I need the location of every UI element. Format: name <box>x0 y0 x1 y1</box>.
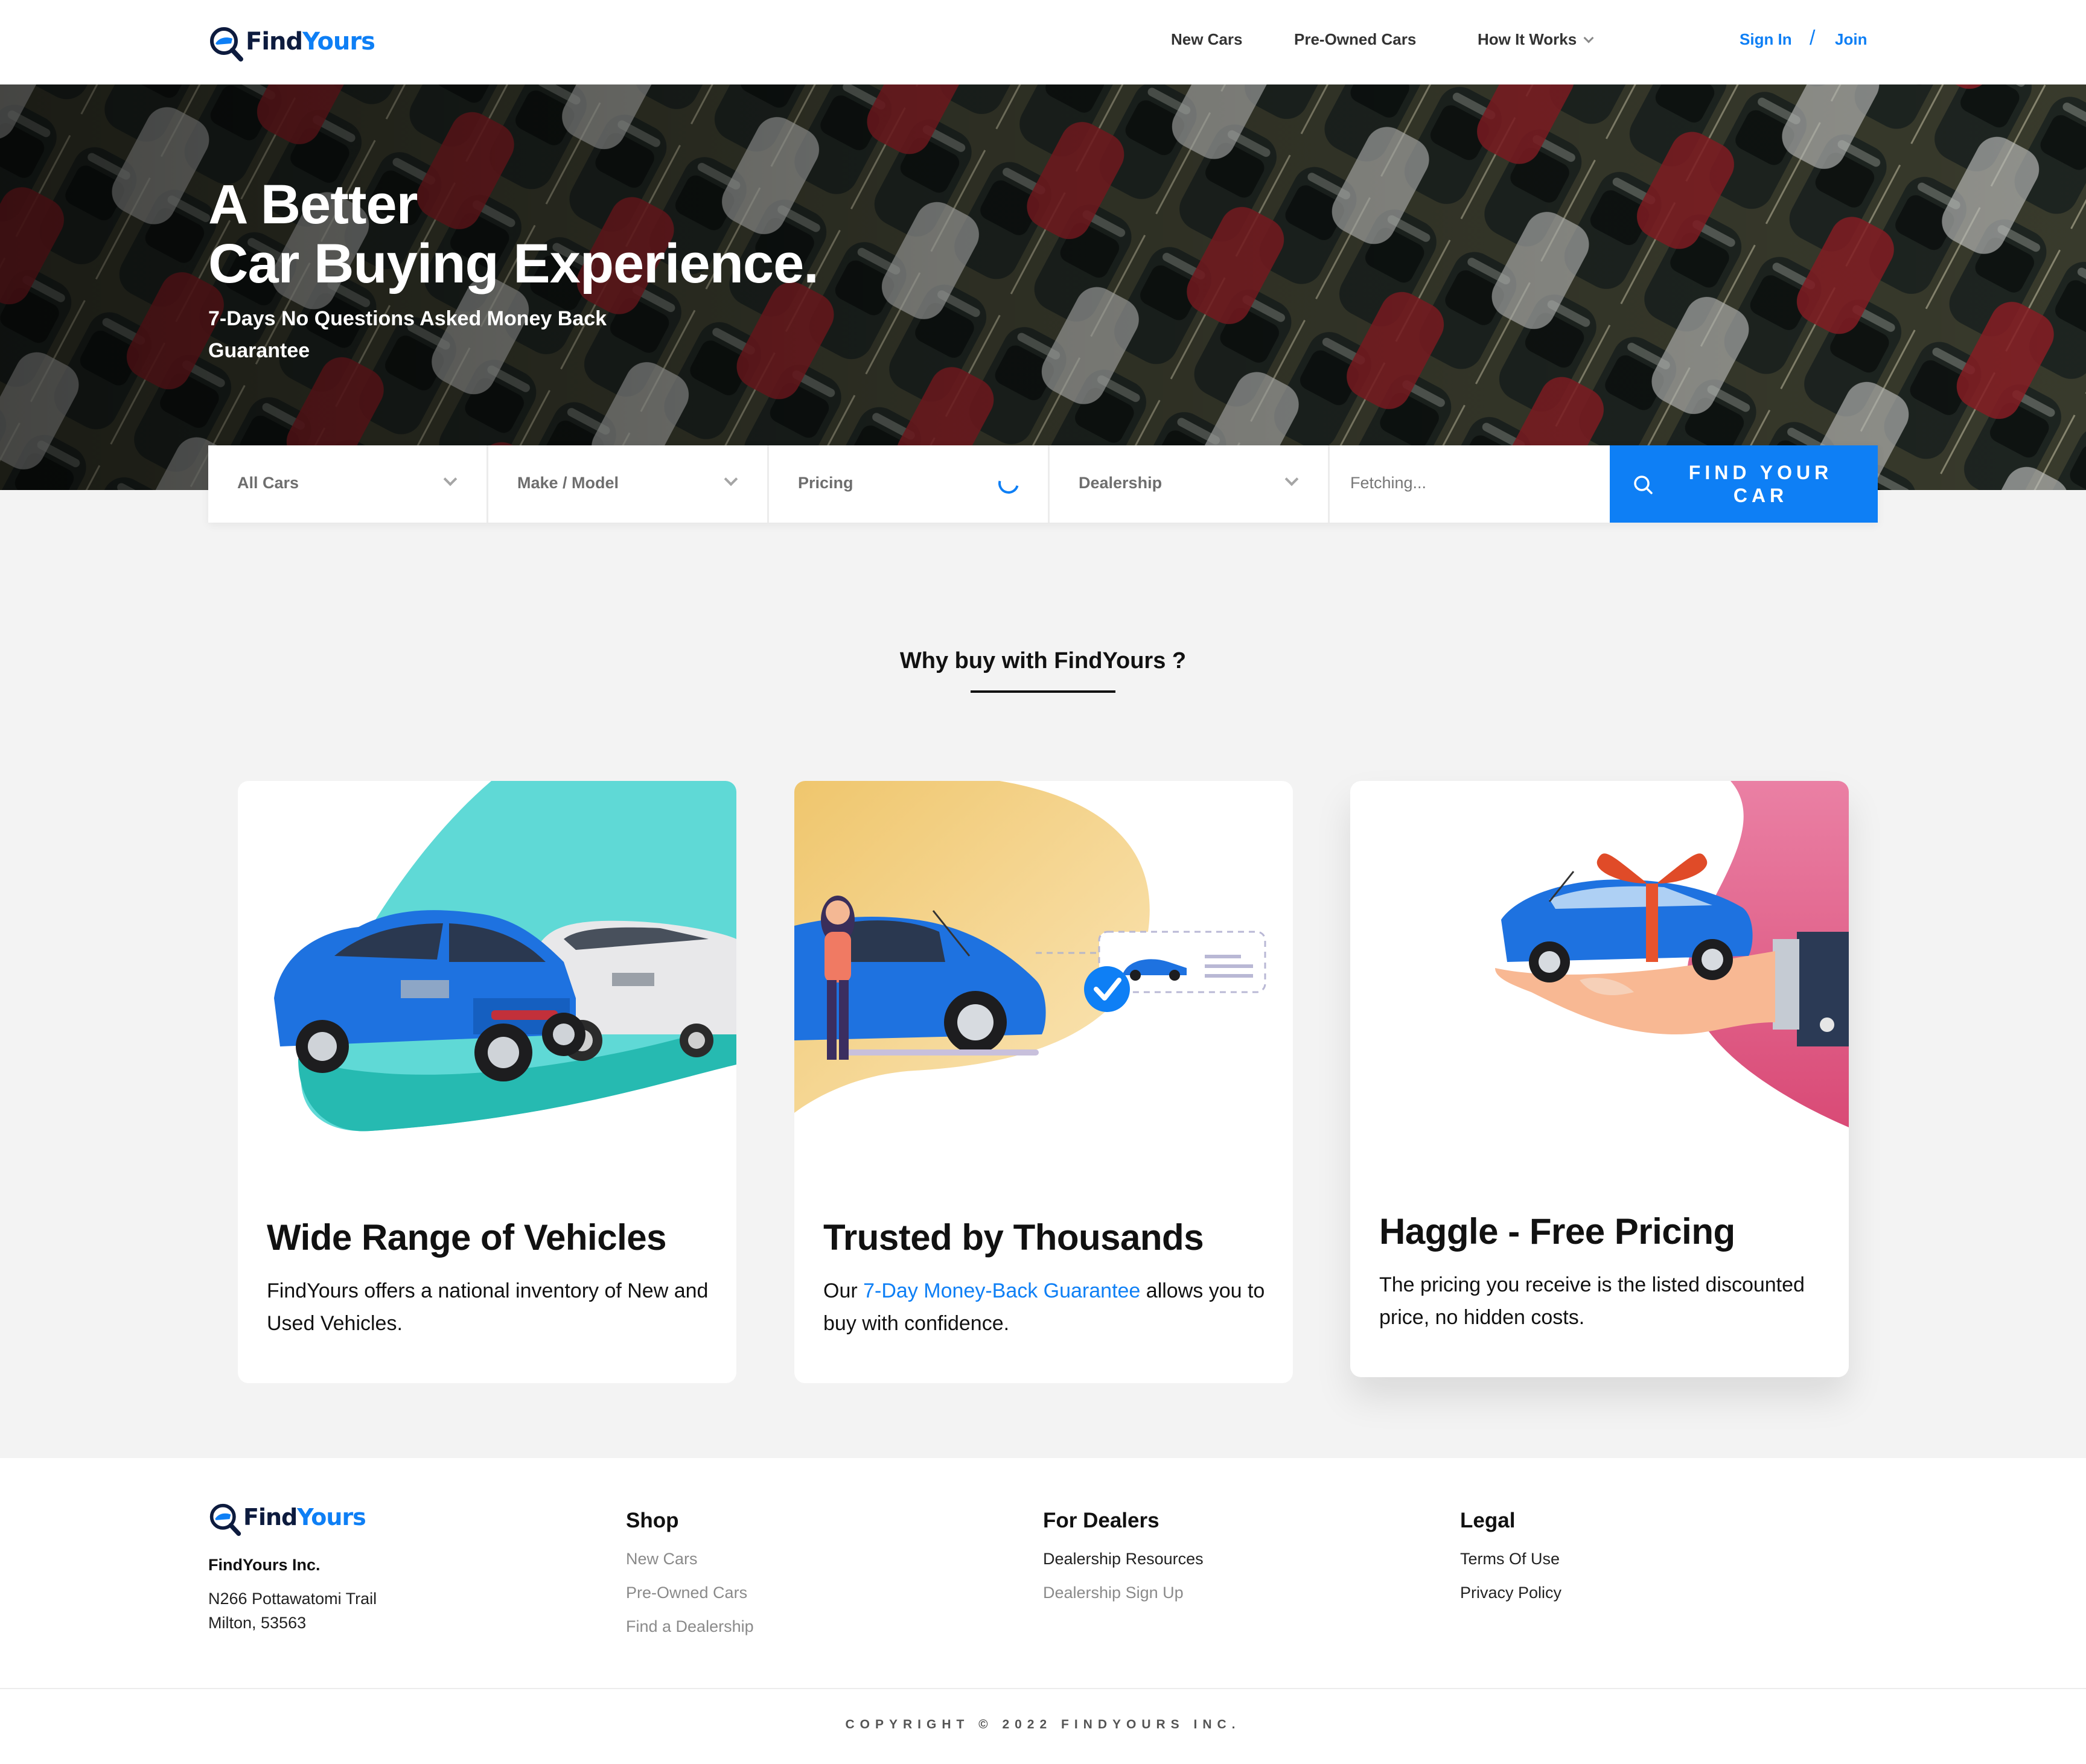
all-cars-dropdown[interactable]: All Cars <box>208 445 488 523</box>
footer-link-pre-owned-cars[interactable]: Pre-Owned Cars <box>626 1584 747 1602</box>
footer-link-terms[interactable]: Terms Of Use <box>1460 1550 1560 1568</box>
nav-separator: / <box>1810 27 1816 49</box>
magnifier-logo-icon <box>209 1503 241 1536</box>
footer-link-new-cars[interactable]: New Cars <box>626 1550 698 1568</box>
copyright-text: COPYRIGHT © 2022 FINDYOURS INC. <box>845 1718 1241 1731</box>
title-underline <box>971 690 1115 693</box>
card-description: Our 7-Day Money-Back Guarantee allows yo… <box>823 1279 1265 1335</box>
feature-card-trusted: Trusted by Thousands Our 7-Day Money-Bac… <box>794 781 1293 1383</box>
card-title: Wide Range of Vehicles <box>267 1217 666 1258</box>
find-your-car-button[interactable]: FIND YOUR CAR <box>1610 445 1878 523</box>
search-icon <box>1634 476 1653 494</box>
feature-card-wide-range: Wide Range of Vehicles FindYours offers … <box>238 781 736 1383</box>
results-status-field: Fetching... <box>1330 445 1610 523</box>
company-name: FindYours Inc. <box>208 1556 321 1574</box>
fetching-status-text: Fetching... <box>1350 474 1427 492</box>
guarantee-illustration <box>794 781 1266 1113</box>
brand-find-text: Find <box>246 28 303 56</box>
sign-in-link[interactable]: Sign In <box>1740 30 1792 49</box>
chevron-down-icon <box>1583 33 1594 43</box>
feature-card-haggle-free: Haggle - Free Pricing The pricing you re… <box>1350 781 1849 1377</box>
nav-pre-owned-cars[interactable]: Pre-Owned Cars <box>1294 30 1416 49</box>
hero-subtitle: 7-Days No Questions Asked Money Back Gua… <box>208 307 607 362</box>
nav-how-it-works[interactable]: How It Works <box>1478 30 1594 49</box>
footer-link-find-dealership[interactable]: Find a Dealership <box>626 1617 754 1636</box>
hero-banner: A Better Car Buying Experience. 7-Days N… <box>0 84 2086 490</box>
footer-brand-logo[interactable]: FindYours <box>208 1502 366 1537</box>
address-line-2: Milton, 53563 <box>208 1614 307 1632</box>
top-navbar: FindYours New Cars Pre-Owned Cars How It… <box>0 0 2086 84</box>
nav-new-cars[interactable]: New Cars <box>1171 30 1243 49</box>
pricing-dropdown[interactable]: Pricing <box>769 445 1050 523</box>
footer-shop-title: Shop <box>626 1509 679 1532</box>
all-cars-label: All Cars <box>237 474 299 492</box>
brand-find-text: Find <box>243 1504 298 1530</box>
make-model-dropdown[interactable]: Make / Model <box>488 445 769 523</box>
footer-link-dealership-sign-up[interactable]: Dealership Sign Up <box>1043 1584 1184 1602</box>
cars-illustration <box>274 781 736 1132</box>
footer-legal-title: Legal <box>1460 1509 1516 1532</box>
loading-spinner-icon <box>994 469 1023 498</box>
chevron-down-icon <box>443 472 458 486</box>
dealership-dropdown[interactable]: Dealership <box>1050 445 1330 523</box>
nav-how-it-works-label: How It Works <box>1478 30 1577 48</box>
why-section-title: Why buy with FindYours ? <box>899 648 1187 673</box>
address-line-1: N266 Pottawatomi Trail <box>208 1590 377 1608</box>
footer-divider <box>0 1688 2086 1689</box>
card-description: FindYours offers a national inventory of… <box>267 1279 709 1335</box>
brand-yours-text: Yours <box>297 1504 366 1530</box>
footer-link-privacy[interactable]: Privacy Policy <box>1460 1584 1561 1602</box>
footer-dealers-title: For Dealers <box>1043 1509 1159 1532</box>
card-description: The pricing you receive is the listed di… <box>1379 1273 1805 1329</box>
card-title: Trusted by Thousands <box>823 1217 1204 1258</box>
pricing-label: Pricing <box>798 474 853 492</box>
join-link[interactable]: Join <box>1835 30 1867 49</box>
hero-title-line-1: A Better <box>208 174 418 235</box>
dealership-label: Dealership <box>1079 474 1163 492</box>
find-your-car-label: FIND YOUR CAR <box>1688 462 1833 506</box>
money-back-guarantee-link[interactable]: 7-Day Money-Back Guarantee <box>863 1279 1140 1302</box>
card-title: Haggle - Free Pricing <box>1379 1211 1735 1252</box>
gift-car-illustration <box>1495 781 1849 1127</box>
car-search-bar: All Cars Make / Model Pricing Dealership… <box>208 445 1878 523</box>
magnifier-logo-icon <box>210 27 243 62</box>
hero-title-line-2: Car Buying Experience. <box>208 233 819 295</box>
chevron-down-icon <box>724 472 738 486</box>
brand-yours-text: Yours <box>302 28 375 56</box>
brand-logo[interactable]: FindYours <box>208 25 375 63</box>
chevron-down-icon <box>1284 472 1299 486</box>
footer-link-dealership-resources[interactable]: Dealership Resources <box>1043 1550 1204 1568</box>
make-model-label: Make / Model <box>517 474 619 492</box>
hero-title: A Better Car Buying Experience. <box>208 174 819 295</box>
